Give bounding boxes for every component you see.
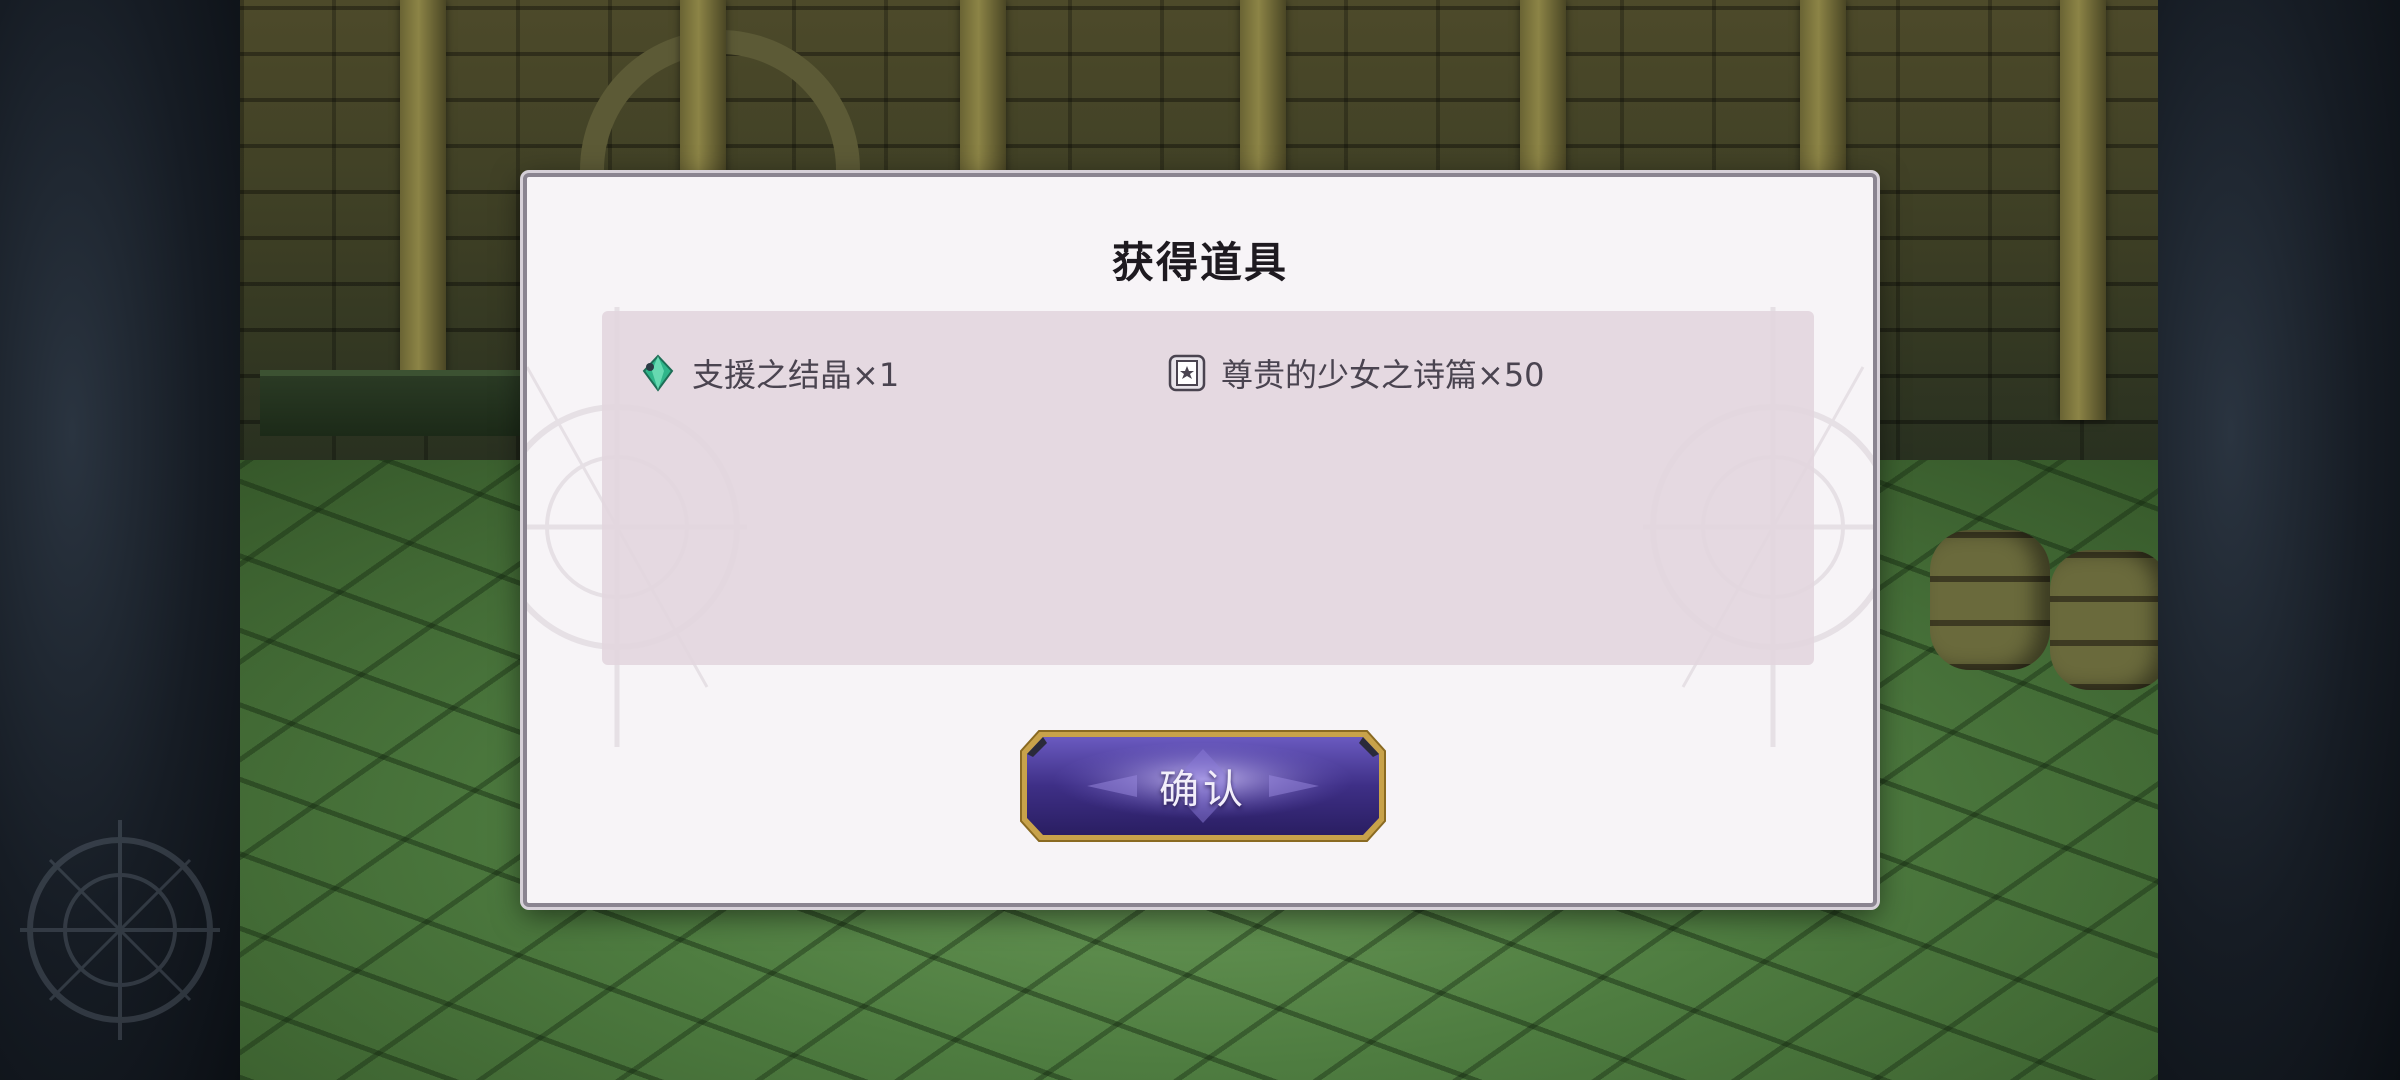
clock-emblem-icon bbox=[20, 820, 220, 1040]
reward-item: 支援之结晶×1 bbox=[638, 349, 899, 397]
reward-item-list: 支援之结晶×1 尊贵的少女之诗篇×50 bbox=[602, 311, 1814, 665]
green-crystal-icon bbox=[642, 354, 674, 392]
left-side-panel bbox=[0, 0, 240, 1080]
confirm-button[interactable]: 确认 bbox=[1017, 727, 1389, 845]
wall-pillar bbox=[2060, 0, 2106, 420]
reward-item-label: 支援之结晶×1 bbox=[692, 356, 900, 394]
dialog-title: 获得道具 bbox=[1111, 238, 1288, 287]
reward-item: 尊贵的少女之诗篇×50 bbox=[1167, 349, 1545, 397]
iron-bench bbox=[260, 370, 560, 436]
confirm-button-label: 确认 bbox=[1159, 767, 1247, 813]
game-screen: 获得道具 支援之结晶×1 尊贵的少女之诗篇×50 确认 bbox=[0, 0, 2400, 1080]
barrel bbox=[1930, 530, 2050, 670]
wall-pillar bbox=[400, 0, 446, 420]
reward-item-label: 尊贵的少女之诗篇×50 bbox=[1221, 356, 1545, 394]
item-reward-dialog: 获得道具 支援之结晶×1 尊贵的少女之诗篇×50 确认 bbox=[523, 173, 1877, 907]
right-side-panel bbox=[2158, 0, 2400, 1080]
barrel bbox=[2050, 550, 2158, 690]
poem-book-icon bbox=[1168, 354, 1206, 392]
